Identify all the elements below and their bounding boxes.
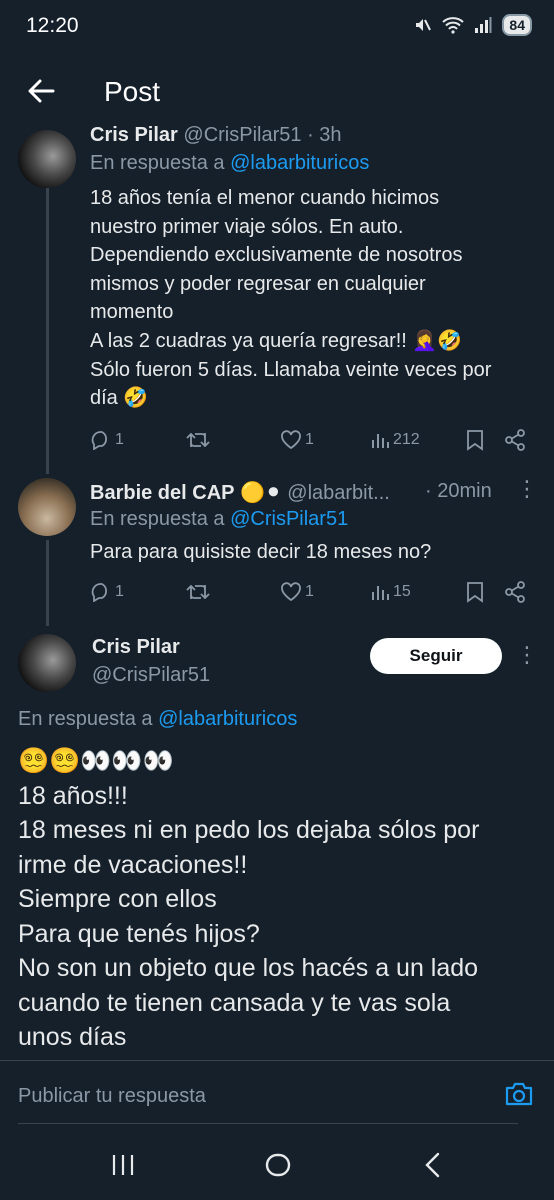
retweet-button[interactable]	[186, 582, 210, 602]
tweet-text: 😵‍💫😵‍💫👀👀👀 18 años!!! 18 meses ni en pedo…	[18, 747, 480, 1051]
follow-button[interactable]: Seguir	[370, 638, 502, 674]
in-reply-to: En respuesta a @labarbituricos	[18, 708, 297, 731]
author-handle[interactable]: @labarbit...	[287, 482, 390, 504]
author-handle[interactable]: @CrisPilar51	[183, 124, 301, 146]
in-reply-to: En respuesta a @labarbituricos	[90, 152, 369, 175]
author-name[interactable]: Cris Pilar	[90, 124, 178, 146]
back-arrow-icon[interactable]	[26, 76, 56, 106]
reply-icon	[91, 583, 108, 602]
mention-link[interactable]: @CrisPilar51	[230, 508, 348, 530]
mute-icon	[416, 19, 432, 31]
retweet-icon	[186, 432, 210, 448]
reply-tweet-2[interactable]: Barbie del CAP 🟡⚫ @labarbit... · 20min ⋮…	[0, 476, 554, 628]
retweet-button[interactable]	[186, 430, 210, 450]
top-header: Post	[0, 58, 554, 130]
tweet-meta: Cris Pilar @CrisPilar51 · 3h	[90, 124, 342, 147]
android-nav-bar	[0, 1132, 554, 1200]
like-button[interactable]: 1	[280, 582, 314, 602]
tweet-time: · 20min	[425, 480, 492, 502]
heart-icon	[281, 430, 301, 450]
reply-composer[interactable]: Publicar tu respuesta	[0, 1060, 554, 1131]
more-options-icon[interactable]: ⋮	[516, 476, 538, 502]
mention-link[interactable]: @labarbituricos	[230, 152, 369, 174]
author-name[interactable]: Barbie del CAP	[90, 482, 234, 504]
reply-tweet-1[interactable]: Cris Pilar @CrisPilar51 · 3h En respuest…	[0, 124, 554, 460]
name-emoji: 🟡⚫	[240, 482, 282, 504]
reply-input[interactable]: Publicar tu respuesta	[18, 1085, 206, 1108]
home-icon[interactable]	[264, 1151, 292, 1179]
share-icon	[505, 581, 525, 603]
in-reply-label: En respuesta a	[90, 508, 231, 530]
tweet-actions: 1 1 15	[0, 580, 554, 604]
like-count: 1	[305, 583, 314, 600]
views-icon	[372, 434, 389, 448]
tweet-text: Para para quisiste decir 18 meses no?	[90, 541, 432, 563]
tweet-text: 18 años tenía el menor cuando hicimos nu…	[90, 187, 492, 410]
reply-button[interactable]: 1	[90, 582, 124, 602]
bookmark-button[interactable]	[466, 581, 484, 603]
avatar[interactable]	[18, 634, 76, 692]
camera-icon[interactable]	[504, 1081, 534, 1107]
mention-link[interactable]: @labarbituricos	[158, 708, 297, 730]
share-button[interactable]	[504, 429, 526, 451]
status-time: 12:20	[26, 14, 79, 37]
share-icon	[505, 429, 525, 451]
status-bar: 12:20 84	[0, 0, 554, 56]
retweet-icon	[186, 584, 210, 600]
signal-icon	[475, 17, 492, 33]
views-button[interactable]: 212	[370, 430, 420, 450]
divider	[18, 1123, 518, 1124]
views-count: 15	[393, 583, 411, 600]
tweet-actions: 1 1 212	[0, 428, 554, 452]
author-handle[interactable]: @CrisPilar51	[92, 664, 210, 687]
views-count: 212	[393, 431, 420, 448]
views-icon	[372, 586, 389, 600]
bookmark-button[interactable]	[466, 429, 484, 451]
wifi-icon	[442, 17, 465, 34]
in-reply-label: En respuesta a	[90, 152, 231, 174]
reply-icon	[91, 431, 108, 450]
views-button[interactable]: 15	[370, 582, 411, 602]
battery-indicator: 84	[502, 14, 532, 36]
bookmark-icon	[467, 430, 483, 451]
more-options-icon[interactable]: ⋮	[516, 642, 538, 668]
main-tweet: Cris Pilar @CrisPilar51 Seguir ⋮ En resp…	[0, 630, 554, 1058]
back-nav-icon[interactable]	[422, 1151, 444, 1179]
recent-apps-icon[interactable]	[110, 1152, 136, 1178]
status-icons: 84	[412, 14, 532, 36]
in-reply-to: En respuesta a @CrisPilar51	[90, 508, 348, 531]
in-reply-label: En respuesta a	[18, 708, 159, 730]
reply-button[interactable]: 1	[90, 430, 124, 450]
reply-count: 1	[115, 431, 124, 448]
tweet-meta: Barbie del CAP 🟡⚫ @labarbit...	[90, 480, 390, 505]
avatar[interactable]	[18, 130, 76, 188]
page-title: Post	[104, 76, 161, 107]
tweet-time: · 3h	[307, 124, 342, 146]
bookmark-icon	[467, 582, 483, 603]
like-button[interactable]: 1	[280, 430, 314, 450]
share-button[interactable]	[504, 581, 526, 603]
author-name[interactable]: Cris Pilar	[92, 636, 180, 659]
avatar[interactable]	[18, 478, 76, 536]
reply-count: 1	[115, 583, 124, 600]
like-count: 1	[305, 431, 314, 448]
heart-icon	[281, 582, 301, 602]
